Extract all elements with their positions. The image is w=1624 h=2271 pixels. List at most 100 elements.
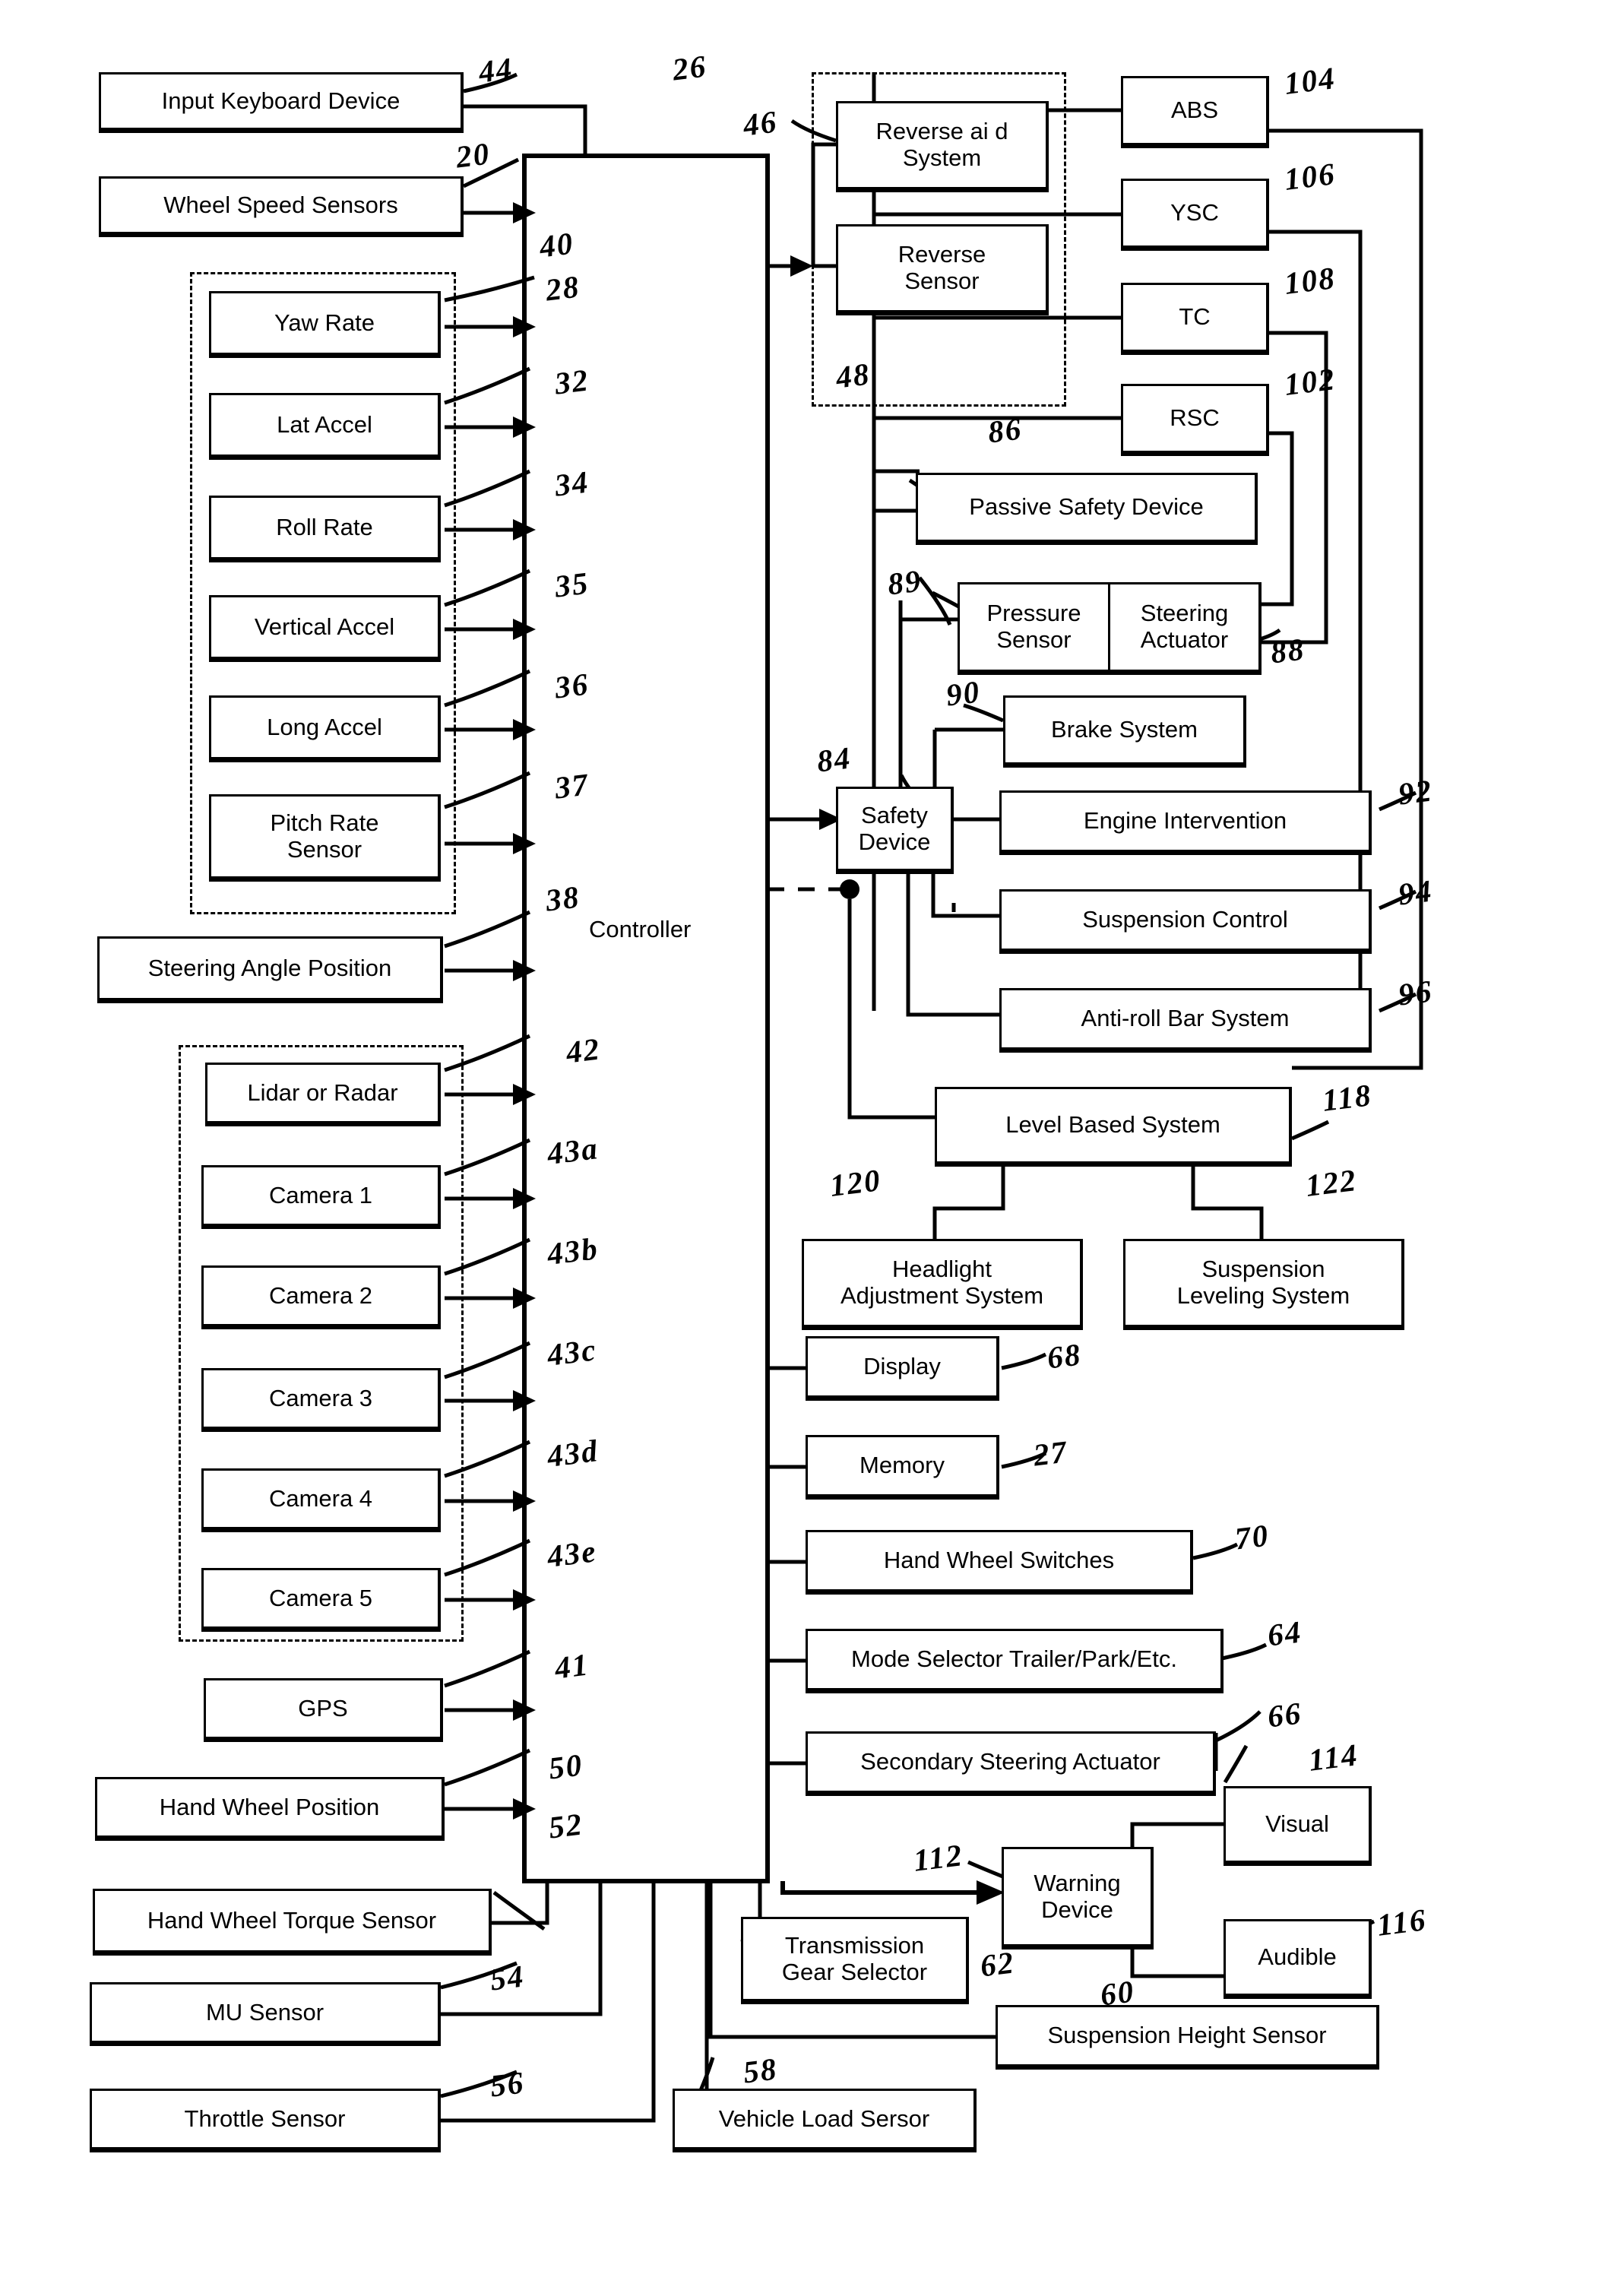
camera-2-label: Camera 2 xyxy=(268,1281,373,1309)
passive-safety-device-label: Passive Safety Device xyxy=(969,493,1204,521)
ref-42: 42 xyxy=(564,1031,603,1070)
hand-wheel-torque-sensor-box[interactable]: Hand Wheel Torque Sensor xyxy=(93,1889,492,1956)
visual-box[interactable]: Visual xyxy=(1224,1786,1372,1866)
camera-5-box[interactable]: Camera 5 xyxy=(201,1568,441,1632)
reverse-sensor-label-line1: Reverse xyxy=(897,241,986,268)
camera-3-label: Camera 3 xyxy=(268,1384,373,1411)
yaw-rate-label: Yaw Rate xyxy=(274,309,375,336)
rsc-box[interactable]: RSC xyxy=(1121,384,1269,456)
patent-figure-sheet: Input Keyboard Device Wheel Speed Sensor… xyxy=(0,0,1624,2271)
warning-device-box[interactable]: Warning Device xyxy=(1002,1847,1154,1950)
ref-44: 44 xyxy=(476,50,515,90)
suspension-height-sensor-box[interactable]: Suspension Height Sensor xyxy=(996,2005,1379,2070)
ref-46: 46 xyxy=(741,103,780,143)
ref-102: 102 xyxy=(1282,361,1338,402)
hand-wheel-switches-label: Hand Wheel Switches xyxy=(883,1547,1115,1574)
camera-2-box[interactable]: Camera 2 xyxy=(201,1265,441,1329)
lidar-or-radar-box[interactable]: Lidar or Radar xyxy=(205,1063,441,1126)
suspension-height-sensor-label: Suspension Height Sensor xyxy=(1047,2022,1327,2049)
headlight-adjustment-system-box[interactable]: Headlight Adjustment System xyxy=(802,1239,1083,1330)
secondary-steering-actuator-box[interactable]: Secondary Steering Actuator xyxy=(806,1731,1216,1796)
wheel-speed-sensors-box[interactable]: Wheel Speed Sensors xyxy=(99,176,464,237)
transmission-gear-selector-label-line2: Gear Selector xyxy=(781,1958,928,1985)
ref-43e: 43e xyxy=(545,1533,599,1574)
ref-43b: 43b xyxy=(545,1231,601,1272)
steering-angle-position-box[interactable]: Steering Angle Position xyxy=(97,936,443,1003)
ref-94: 94 xyxy=(1396,873,1435,912)
mode-selector-box[interactable]: Mode Selector Trailer/Park/Etc. xyxy=(806,1629,1224,1693)
engine-intervention-box[interactable]: Engine Intervention xyxy=(999,790,1372,855)
suspension-leveling-system-box[interactable]: Suspension Leveling System xyxy=(1123,1239,1404,1330)
anti-roll-bar-system-label: Anti-roll Bar System xyxy=(1081,1005,1290,1032)
ref-27: 27 xyxy=(1031,1433,1070,1473)
suspension-control-box[interactable]: Suspension Control xyxy=(999,889,1372,954)
visual-label: Visual xyxy=(1265,1810,1329,1838)
input-keyboard-device-box[interactable]: Input Keyboard Device xyxy=(99,72,464,133)
tc-box[interactable]: TC xyxy=(1121,283,1269,355)
lidar-or-radar-label: Lidar or Radar xyxy=(247,1078,398,1106)
audible-box[interactable]: Audible xyxy=(1224,1919,1372,1999)
vehicle-load-sensor-label: Vehicle Load Sersor xyxy=(718,2105,930,2132)
transmission-gear-selector-box[interactable]: Transmission Gear Selector xyxy=(741,1917,969,2004)
pressure-sensor-steering-actuator-box[interactable]: Pressure Sensor Steering Actuator xyxy=(958,582,1262,675)
memory-label: Memory xyxy=(859,1452,945,1479)
pitch-rate-sensor-box[interactable]: Pitch Rate Sensor xyxy=(209,794,441,882)
anti-roll-bar-system-box[interactable]: Anti-roll Bar System xyxy=(999,988,1372,1053)
safety-device-box[interactable]: Safety Device xyxy=(836,787,954,874)
camera-5-label: Camera 5 xyxy=(268,1584,373,1611)
lat-accel-box[interactable]: Lat Accel xyxy=(209,393,441,460)
ref-66: 66 xyxy=(1265,1695,1304,1734)
abs-label: ABS xyxy=(1170,97,1219,124)
ref-37: 37 xyxy=(552,766,591,806)
suspension-leveling-system-label-line1: Suspension xyxy=(1201,1256,1325,1283)
ref-43c: 43c xyxy=(545,1332,599,1373)
safety-device-label-line2: Device xyxy=(858,828,931,855)
ref-48: 48 xyxy=(834,356,872,395)
input-keyboard-device-label: Input Keyboard Device xyxy=(161,87,400,114)
ref-26: 26 xyxy=(670,48,709,87)
roll-rate-box[interactable]: Roll Rate xyxy=(209,496,441,562)
hand-wheel-position-box[interactable]: Hand Wheel Position xyxy=(95,1777,445,1841)
hand-wheel-position-label: Hand Wheel Position xyxy=(159,1793,380,1820)
steering-angle-position-label: Steering Angle Position xyxy=(147,954,392,981)
abs-box[interactable]: ABS xyxy=(1121,76,1269,148)
ref-43a: 43a xyxy=(545,1130,601,1171)
passive-safety-device-box[interactable]: Passive Safety Device xyxy=(916,473,1258,545)
pressure-sensor-label-line2: Sensor xyxy=(996,626,1072,653)
level-based-system-box[interactable]: Level Based System xyxy=(935,1087,1292,1167)
ref-108: 108 xyxy=(1282,260,1338,301)
hand-wheel-switches-box[interactable]: Hand Wheel Switches xyxy=(806,1530,1193,1595)
ref-54: 54 xyxy=(488,1958,527,1997)
throttle-sensor-box[interactable]: Throttle Sensor xyxy=(90,2089,441,2152)
camera-1-box[interactable]: Camera 1 xyxy=(201,1165,441,1229)
ref-62: 62 xyxy=(978,1944,1017,1984)
vehicle-load-sensor-box[interactable]: Vehicle Load Sersor xyxy=(673,2089,977,2152)
vertical-accel-box[interactable]: Vertical Accel xyxy=(209,595,441,662)
suspension-control-label: Suspension Control xyxy=(1082,906,1288,933)
ref-120: 120 xyxy=(828,1162,884,1203)
ref-92: 92 xyxy=(1396,772,1435,812)
ysc-box[interactable]: YSC xyxy=(1121,179,1269,251)
steering-actuator-cell[interactable]: Steering Actuator xyxy=(1110,584,1258,670)
camera-3-box[interactable]: Camera 3 xyxy=(201,1368,441,1432)
reverse-aid-system-box[interactable]: Reverse ai d System xyxy=(836,101,1049,192)
vertical-accel-label: Vertical Accel xyxy=(254,613,395,640)
brake-system-box[interactable]: Brake System xyxy=(1003,695,1246,768)
ref-64: 64 xyxy=(1265,1614,1304,1653)
pressure-sensor-label-line1: Pressure xyxy=(986,600,1081,627)
yaw-rate-box[interactable]: Yaw Rate xyxy=(209,291,441,358)
reverse-sensor-box[interactable]: Reverse Sensor xyxy=(836,224,1049,315)
ref-118: 118 xyxy=(1320,1077,1374,1118)
pressure-sensor-cell[interactable]: Pressure Sensor xyxy=(960,584,1110,670)
steering-actuator-label-line2: Actuator xyxy=(1140,626,1229,653)
ref-40: 40 xyxy=(537,225,576,264)
camera-4-label: Camera 4 xyxy=(268,1484,373,1512)
ref-90: 90 xyxy=(944,673,983,713)
display-box[interactable]: Display xyxy=(806,1336,999,1401)
memory-box[interactable]: Memory xyxy=(806,1435,999,1500)
engine-intervention-label: Engine Intervention xyxy=(1083,807,1287,835)
mu-sensor-box[interactable]: MU Sensor xyxy=(90,1982,441,2046)
camera-4-box[interactable]: Camera 4 xyxy=(201,1468,441,1532)
long-accel-box[interactable]: Long Accel xyxy=(209,695,441,762)
gps-box[interactable]: GPS xyxy=(204,1678,443,1742)
